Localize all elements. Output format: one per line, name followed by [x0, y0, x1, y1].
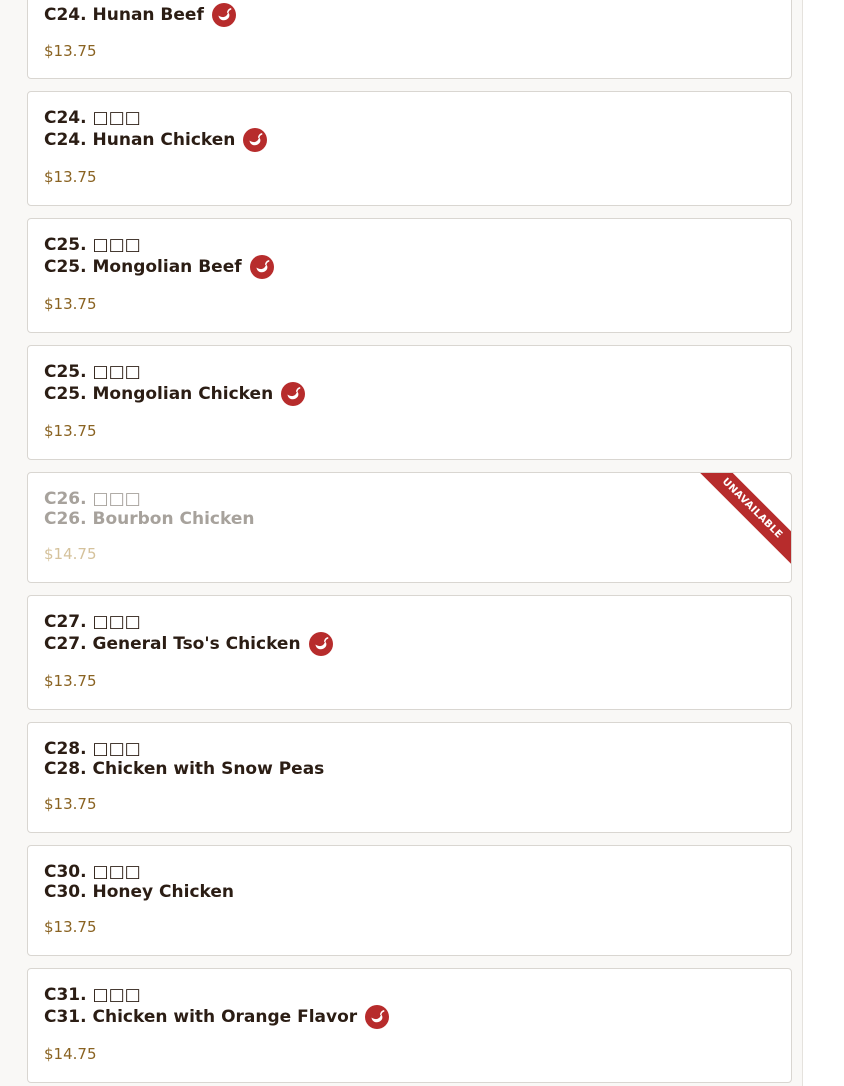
- unavailable-ribbon-label: UNAVAILABLE: [697, 473, 791, 567]
- menu-item-name: C24. Hunan Chicken: [44, 130, 236, 150]
- chili-pepper-icon: [308, 632, 333, 656]
- menu-item-price: $14.75: [44, 545, 97, 563]
- unavailable-ribbon: UNAVAILABLE: [697, 473, 791, 567]
- chili-pepper-icon: [243, 128, 268, 152]
- menu-item-card[interactable]: C27. □□□ C27. General Tso's Chicken $13.…: [27, 595, 792, 710]
- menu-item-title: C31. Chicken with Orange Flavor: [44, 1005, 390, 1029]
- menu-item-price: $13.75: [44, 42, 97, 60]
- menu-item-chinese-name: C28. □□□: [44, 739, 141, 759]
- menu-item-chinese-name: C27. □□□: [44, 612, 141, 632]
- menu-item-chinese-name: C31. □□□: [44, 985, 141, 1005]
- menu-item-card[interactable]: C31. □□□ C31. Chicken with Orange Flavor…: [27, 968, 792, 1083]
- menu-item-title: C26. Bourbon Chicken: [44, 509, 254, 529]
- menu-item-price: $14.75: [44, 1045, 97, 1063]
- menu-item-title: C25. Mongolian Chicken: [44, 382, 306, 406]
- menu-item-name: C28. Chicken with Snow Peas: [44, 759, 325, 779]
- chili-pepper-icon: [281, 382, 306, 406]
- menu-item-title: C24. Hunan Beef: [44, 3, 236, 27]
- menu-item-chinese-name: C24. □□□: [44, 108, 141, 128]
- menu-item-name: C25. Mongolian Beef: [44, 257, 242, 277]
- menu-item-chinese-name: C30. □□□: [44, 862, 141, 882]
- menu-item-card[interactable]: C25. □□□ C25. Mongolian Chicken $13.75: [27, 345, 792, 460]
- menu-item-card[interactable]: C24. Hunan Beef $13.75: [27, 0, 792, 79]
- menu-item-name: C26. Bourbon Chicken: [44, 509, 255, 529]
- chili-pepper-icon: [249, 255, 274, 279]
- menu-item-title: C30. Honey Chicken: [44, 882, 234, 902]
- menu-item-price: $13.75: [44, 168, 97, 186]
- chili-pepper-icon: [211, 3, 236, 27]
- menu-item-price: $13.75: [44, 918, 97, 936]
- menu-item-title: C28. Chicken with Snow Peas: [44, 759, 324, 779]
- menu-item-card[interactable]: C24. □□□ C24. Hunan Chicken $13.75: [27, 91, 792, 206]
- menu-item-price: $13.75: [44, 672, 97, 690]
- menu-item-card-unavailable[interactable]: C26. □□□ C26. Bourbon Chicken $14.75 UNA…: [27, 472, 792, 583]
- menu-item-price: $13.75: [44, 295, 97, 313]
- menu-item-chinese-name: C25. □□□: [44, 235, 141, 255]
- menu-item-name: C24. Hunan Beef: [44, 5, 204, 25]
- menu-item-price: $13.75: [44, 795, 97, 813]
- menu-item-card[interactable]: C30. □□□ C30. Honey Chicken $13.75: [27, 845, 792, 956]
- menu-item-card[interactable]: C28. □□□ C28. Chicken with Snow Peas $13…: [27, 722, 792, 833]
- menu-item-chinese-name: C25. □□□: [44, 362, 141, 382]
- menu-item-name: C30. Honey Chicken: [44, 882, 235, 902]
- chili-pepper-icon: [365, 1005, 390, 1029]
- menu-item-chinese-name: C26. □□□: [44, 489, 141, 509]
- menu-item-title: C25. Mongolian Beef: [44, 255, 274, 279]
- menu-list-panel: C24. Hunan Beef $13.75 C24. □□□ C24. Hun…: [0, 0, 803, 1086]
- menu-item-card[interactable]: C25. □□□ C25. Mongolian Beef $13.75: [27, 218, 792, 333]
- menu-item-title: C24. Hunan Chicken: [44, 128, 268, 152]
- menu-item-name: C27. General Tso's Chicken: [44, 634, 301, 654]
- menu-item-name: C31. Chicken with Orange Flavor: [44, 1007, 358, 1027]
- menu-item-price: $13.75: [44, 422, 97, 440]
- menu-item-name: C25. Mongolian Chicken: [44, 384, 274, 404]
- menu-item-title: C27. General Tso's Chicken: [44, 632, 333, 656]
